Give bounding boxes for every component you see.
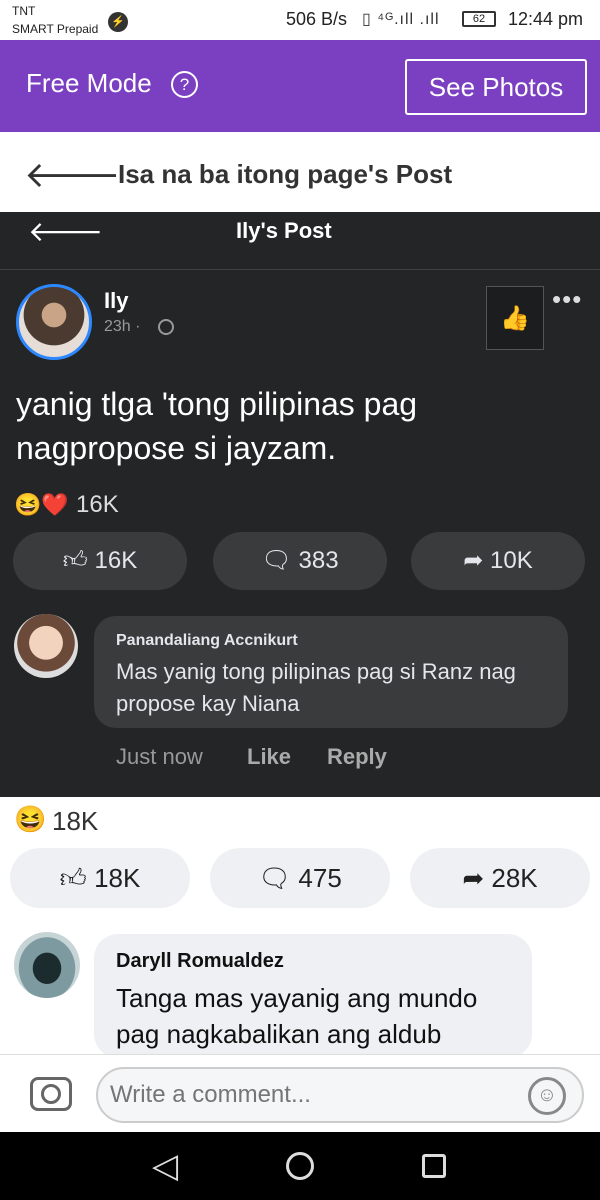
navigation-bar: ◁ [0,1132,600,1200]
screenshot-like-button: 👍︎ 16K [13,532,187,590]
screenshot-comment-button: 🗨 383 [213,532,387,590]
page-header: 🡐 Isa na ba itong page's Post [0,132,600,212]
screenshot-comment-text: Mas yanig tong pilipinas pag si Ranz nag… [116,659,516,716]
emoji-icon[interactable]: ☺ [528,1077,566,1115]
free-mode-bar: Free Mode ? See Photos [0,40,600,132]
carrier-name: TNT [12,4,36,18]
help-icon[interactable]: ? [171,71,198,98]
screenshot-comment-count: 383 [298,547,339,574]
screenshot-post-body: yanig tlga 'tong pilipinas pag nagpropos… [16,386,418,466]
share-count: 28K [491,863,538,893]
screenshot-back-arrow-icon: 🡐 [28,216,104,247]
status-bar: TNT SMART Prepaid ⚡ 506 B/s ▯ ⁴ᴳ.ıll .ıl… [0,0,600,40]
like-button[interactable]: 👍︎ 18K [10,848,190,908]
commenter-name[interactable]: Daryll Romualdez [116,950,284,973]
screenshot-comment-like: Like [247,744,292,769]
camera-lens [41,1084,61,1104]
thumbs-up-icon: 👍︎ [62,547,95,574]
screenshot-commenter-name: Panandaliang Accnikurt [116,632,298,649]
screenshot-share-button: ➦ 10K [411,532,585,590]
carrier-plan: SMART Prepaid [12,22,99,36]
comment-button[interactable]: 🗨 475 [210,848,390,908]
screenshot-post-time: 23h · [104,318,141,335]
screenshot-commenter-avatar [14,614,78,678]
nav-recents-icon[interactable] [422,1154,446,1178]
reaction-count[interactable]: 18K [52,806,98,837]
battery-icon: 62 [462,11,496,27]
share-button[interactable]: ➦ 28K [410,848,590,908]
messenger-notification-icon: ⚡ [108,12,128,32]
like-count: 18K [94,863,141,893]
comment-icon: 🗨 [258,863,299,893]
screenshot-author-name: Ily [104,288,129,313]
commenter-avatar[interactable] [14,932,80,998]
nav-back-icon[interactable]: ◁ [152,1146,178,1186]
screenshot-more-icon: ••• [552,284,583,314]
back-arrow-icon[interactable]: 🡐 [24,152,121,196]
shared-screenshot-image[interactable]: 🡐 Ily's Post Ily 23h · 👍 ••• yanig tlga … [0,212,600,797]
screenshot-like-page-icon: 👍 [486,286,544,350]
status-time: 12:44 pm [508,9,584,29]
screenshot-title: Ily's Post [236,218,332,243]
page-title: Isa na ba itong page's Post [118,159,453,189]
screenshot-divider [0,269,600,270]
comment-count: 475 [298,863,342,893]
screenshot-reaction-count: 16K [76,491,119,518]
screenshot-author-avatar [16,284,92,360]
screenshot-comment-time: Just now [116,744,203,769]
free-mode-label: Free Mode [26,68,152,98]
network-speed: 506 B/s [286,9,348,29]
nav-home-icon[interactable] [286,1152,314,1180]
thumbs-up-icon: 👍︎ [59,863,95,893]
screenshot-comment-reply: Reply [327,744,387,769]
see-photos-button[interactable]: See Photos [405,59,587,115]
signal-icon: ▯ ⁴ᴳ.ıll .ıll [362,11,440,28]
comment-input[interactable] [96,1067,584,1123]
comment-composer: ☺ [0,1054,600,1132]
screenshot-haha-love-icon: 😆❤️ [14,492,69,517]
share-icon: ➦ [462,863,492,893]
haha-reaction-icon[interactable]: 😆 [14,804,46,835]
globe-icon [158,319,174,335]
comment-text: Tanga mas yayanig ang mundo pag nagkabal… [116,983,478,1049]
screenshot-like-count: 16K [94,547,138,574]
screenshot-share-count: 10K [490,547,533,574]
comment-icon: 🗨 [261,547,299,574]
share-icon: ➦ [463,547,491,574]
